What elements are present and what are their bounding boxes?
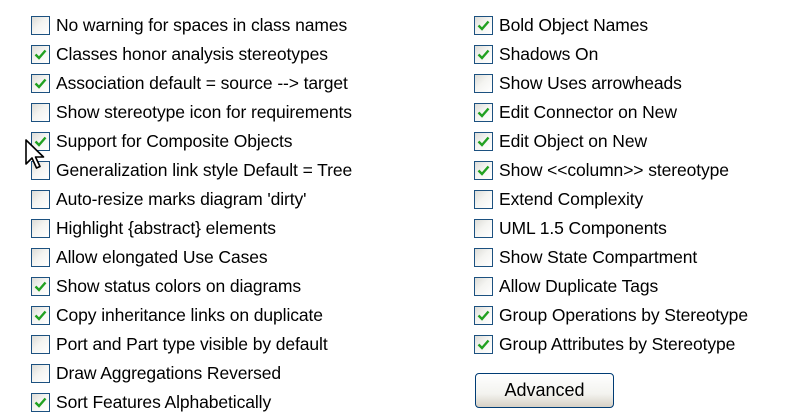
option-row[interactable]: Allow Duplicate Tags [474,272,748,301]
option-row[interactable]: Highlight {abstract} elements [31,214,352,243]
option-row[interactable]: Draw Aggregations Reversed [31,359,352,388]
option-row[interactable]: Allow elongated Use Cases [31,243,352,272]
checkbox[interactable] [31,16,50,35]
options-panel: No warning for spaces in class names Cla… [0,0,809,419]
checkbox[interactable] [474,16,493,35]
option-label: Group Attributes by Stereotype [499,333,736,354]
checkbox[interactable] [474,132,493,151]
checkbox[interactable] [31,248,50,267]
checkbox[interactable] [474,306,493,325]
checkbox[interactable] [31,393,50,412]
option-label: Sort Features Alphabetically [56,391,272,412]
option-label: Edit Object on New [499,130,647,151]
option-label: Generalization link style Default = Tree [56,159,353,180]
checkmark-icon [34,49,47,60]
option-row[interactable]: Group Attributes by Stereotype [474,330,748,359]
checkbox[interactable] [31,190,50,209]
option-row[interactable]: No warning for spaces in class names [31,11,352,40]
option-row[interactable]: Show stereotype icon for requirements [31,98,352,127]
option-label: Support for Composite Objects [56,130,293,151]
checkmark-icon [477,165,490,176]
option-label: Show State Compartment [499,246,698,267]
checkmark-icon [34,78,47,89]
checkbox[interactable] [31,103,50,122]
option-row[interactable]: Generalization link style Default = Tree [31,156,352,185]
option-label: Copy inheritance links on duplicate [56,304,323,325]
option-row[interactable]: Edit Object on New [474,127,748,156]
option-label: Edit Connector on New [499,101,677,122]
advanced-button[interactable]: Advanced [475,373,614,408]
option-label: Show Uses arrowheads [499,72,682,93]
option-row[interactable]: Edit Connector on New [474,98,748,127]
option-row[interactable]: Association default = source --> target [31,69,352,98]
option-row[interactable]: Show Uses arrowheads [474,69,748,98]
option-row[interactable]: Show <<column>> stereotype [474,156,748,185]
left-options-column: No warning for spaces in class names Cla… [31,11,352,417]
option-row[interactable]: Show State Compartment [474,243,748,272]
option-label: Group Operations by Stereotype [499,304,748,325]
option-row[interactable]: Group Operations by Stereotype [474,301,748,330]
option-label: Extend Complexity [499,188,644,209]
checkmark-icon [477,339,490,350]
checkmark-icon [477,310,490,321]
option-label: Shadows On [499,43,599,64]
checkbox[interactable] [474,190,493,209]
checkbox[interactable] [31,306,50,325]
checkbox[interactable] [31,364,50,383]
option-row[interactable]: Port and Part type visible by default [31,330,352,359]
checkbox[interactable] [474,219,493,238]
checkbox[interactable] [474,161,493,180]
option-label: Allow Duplicate Tags [499,275,659,296]
option-label: Draw Aggregations Reversed [56,362,282,383]
option-label: Highlight {abstract} elements [56,217,276,238]
option-row[interactable]: Extend Complexity [474,185,748,214]
option-row[interactable]: Shadows On [474,40,748,69]
checkbox[interactable] [31,74,50,93]
option-label: Bold Object Names [499,14,649,35]
option-row[interactable]: Sort Features Alphabetically [31,388,352,417]
checkbox[interactable] [474,335,493,354]
checkmark-icon [34,310,47,321]
option-row[interactable]: Copy inheritance links on duplicate [31,301,352,330]
right-options-column: Bold Object Names Shadows On Show Uses a… [474,11,748,359]
checkbox[interactable] [31,277,50,296]
checkmark-icon [34,281,47,292]
option-row[interactable]: UML 1.5 Components [474,214,748,243]
option-label: Auto-resize marks diagram 'dirty' [56,188,307,209]
option-label: Association default = source --> target [56,72,348,93]
option-row[interactable]: Show status colors on diagrams [31,272,352,301]
checkbox[interactable] [474,74,493,93]
option-label: Show <<column>> stereotype [499,159,729,180]
option-row[interactable]: Auto-resize marks diagram 'dirty' [31,185,352,214]
checkmark-icon [477,107,490,118]
checkbox[interactable] [31,219,50,238]
option-label: Show status colors on diagrams [56,275,302,296]
option-label: Show stereotype icon for requirements [56,101,352,122]
option-label: No warning for spaces in class names [56,14,348,35]
checkbox[interactable] [474,103,493,122]
option-label: UML 1.5 Components [499,217,667,238]
checkmark-icon [477,20,490,31]
checkmark-icon [477,49,490,60]
checkbox[interactable] [474,277,493,296]
checkbox[interactable] [31,335,50,354]
option-row[interactable]: Bold Object Names [474,11,748,40]
option-label: Allow elongated Use Cases [56,246,268,267]
checkbox[interactable] [474,45,493,64]
mouse-pointer-icon [25,139,45,169]
checkmark-icon [34,397,47,408]
option-row[interactable]: Classes honor analysis stereotypes [31,40,352,69]
checkbox[interactable] [31,45,50,64]
checkmark-icon [477,136,490,147]
option-label: Classes honor analysis stereotypes [56,43,328,64]
advanced-button-label: Advanced [504,380,585,400]
option-label: Port and Part type visible by default [56,333,328,354]
checkbox[interactable] [474,248,493,267]
option-row[interactable]: Support for Composite Objects [31,127,352,156]
